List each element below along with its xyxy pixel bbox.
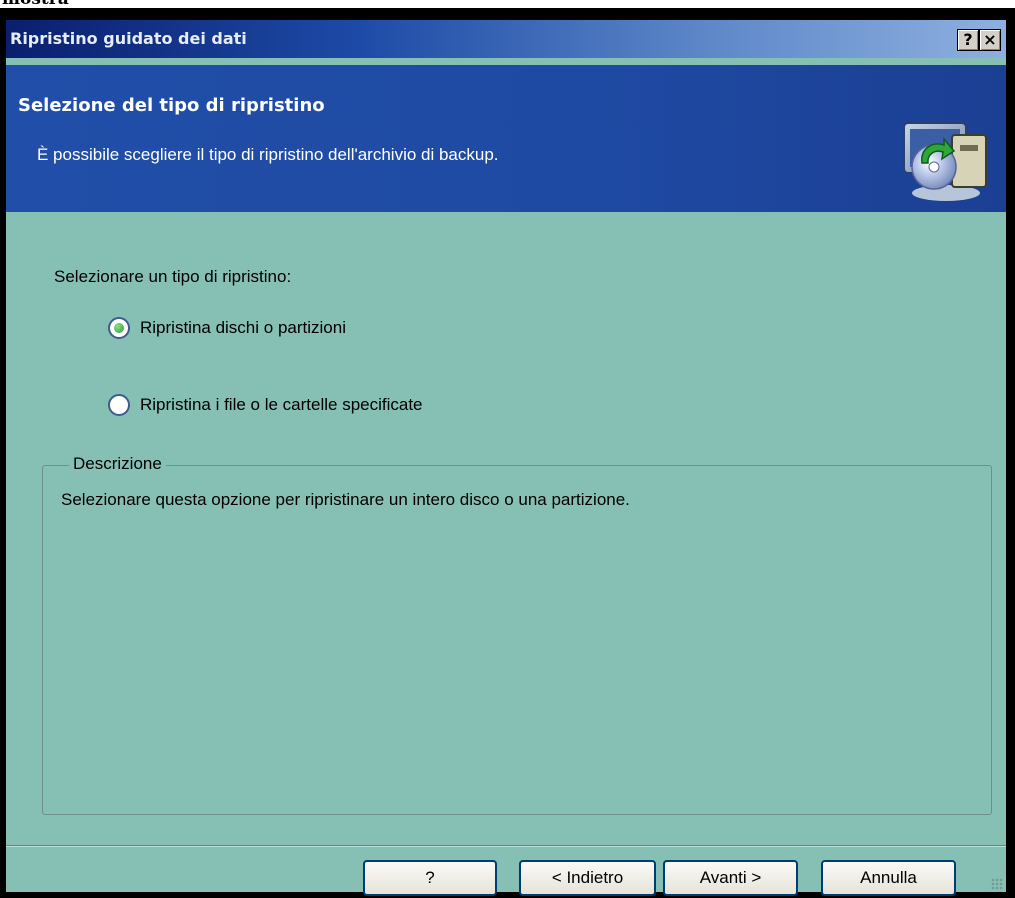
radio-button-selected[interactable] — [108, 317, 130, 339]
title-bar[interactable]: Ripristino guidato dei dati ? × — [6, 20, 1006, 58]
page-caption: mostra — [2, 0, 69, 8]
footer-separator — [6, 845, 1006, 847]
restore-disk-icon — [903, 122, 987, 201]
header-subtitle: È possibile scegliere il tipo di riprist… — [37, 145, 499, 164]
back-button[interactable]: < Indietro — [519, 860, 656, 896]
radio-button[interactable] — [108, 394, 130, 416]
resize-grip-icon[interactable] — [991, 878, 1003, 890]
option-restore-disks[interactable]: Ripristina dischi o partizioni — [108, 317, 346, 339]
header-title: Selezione del tipo di ripristino — [18, 95, 325, 116]
help-title-button[interactable]: ? — [957, 29, 979, 51]
window-title: Ripristino guidato dei dati — [10, 29, 247, 48]
restore-type-prompt: Selezionare un tipo di ripristino: — [54, 267, 292, 286]
option-restore-files[interactable]: Ripristina i file o le cartelle specific… — [108, 394, 423, 416]
option-restore-files-label[interactable]: Ripristina i file o le cartelle specific… — [140, 395, 423, 415]
wizard-header: Selezione del tipo di ripristino È possi… — [6, 65, 1006, 212]
help-button[interactable]: ? — [363, 860, 497, 896]
description-text: Selezionare questa opzione per ripristin… — [61, 490, 630, 509]
next-button[interactable]: Avanti > — [663, 860, 798, 896]
cancel-button[interactable]: Annulla — [821, 860, 956, 896]
description-legend: Descrizione — [69, 454, 166, 474]
description-group: Descrizione Selezionare questa opzione p… — [42, 454, 992, 815]
close-button[interactable]: × — [979, 29, 1001, 51]
wizard-window: Ripristino guidato dei dati ? × Selezion… — [6, 20, 1006, 896]
option-restore-disks-label[interactable]: Ripristina dischi o partizioni — [140, 318, 346, 338]
